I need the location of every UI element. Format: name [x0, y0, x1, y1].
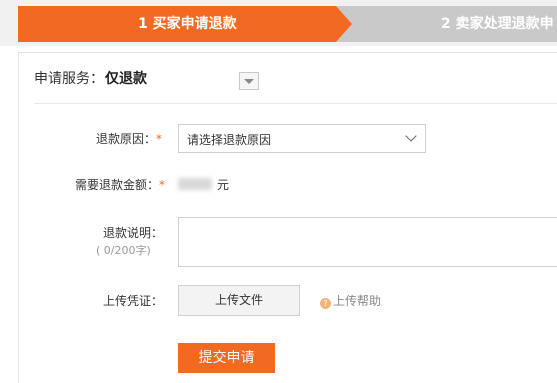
reason-label: 退款原因：* — [96, 132, 163, 146]
step-1-arrow — [336, 6, 352, 42]
upload-help-link[interactable]: ? 上传帮助 — [320, 292, 381, 309]
help-icon: ? — [320, 298, 331, 309]
required-mark: * — [156, 132, 163, 146]
service-dropdown-button[interactable] — [239, 72, 259, 90]
description-counter: ( 0/200字) — [96, 244, 151, 257]
service-label: 申请服务： — [34, 71, 104, 87]
amount-label: 需要退款金额：* — [75, 178, 166, 192]
amount-unit: 元 — [217, 178, 230, 192]
divider — [34, 103, 557, 104]
upload-file-button[interactable]: 上传文件 — [178, 285, 300, 316]
description-label: 退款说明： — [103, 226, 164, 240]
step-1-label: 1 买家申请退款 — [138, 16, 237, 32]
step-2-label: 2 卖家处理退款申 — [441, 16, 554, 32]
caret-down-icon — [244, 79, 254, 84]
voucher-label: 上传凭证： — [103, 294, 164, 308]
required-mark: * — [159, 178, 166, 192]
amount-value-redacted — [178, 178, 212, 190]
reason-select[interactable]: 请选择退款原因 — [178, 124, 426, 153]
service-value: 仅退款 — [105, 71, 147, 87]
reason-select-placeholder: 请选择退款原因 — [187, 133, 272, 147]
submit-button[interactable]: 提交申请 — [178, 343, 275, 373]
chevron-down-icon — [405, 130, 417, 142]
description-textarea[interactable] — [178, 217, 557, 267]
